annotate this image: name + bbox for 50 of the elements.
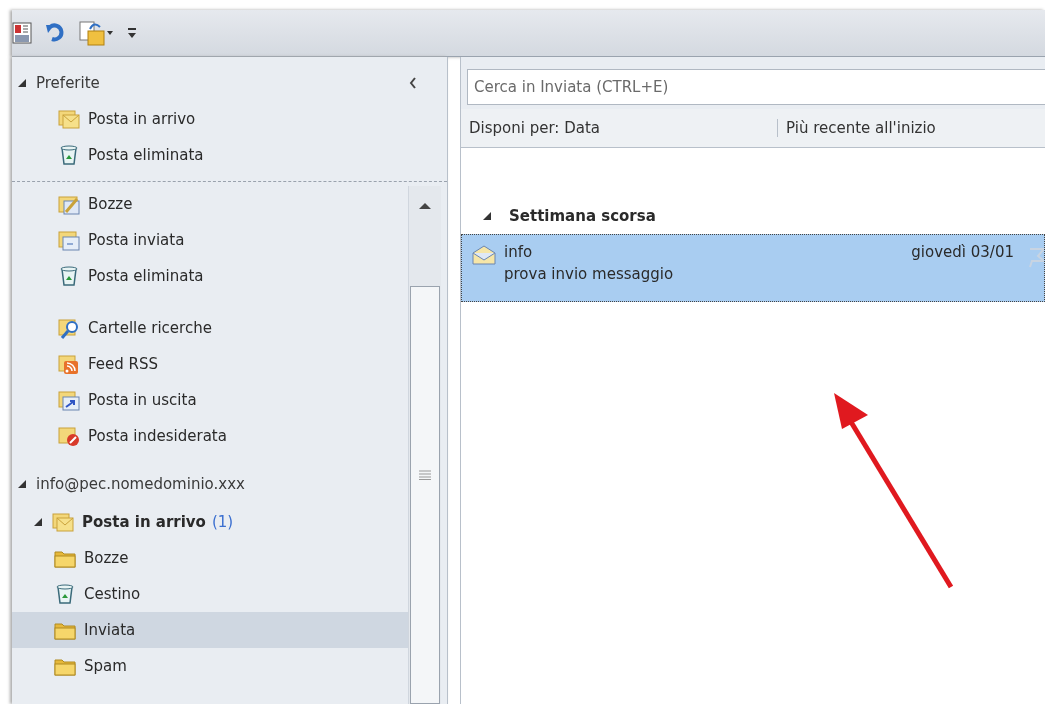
folder-item[interactable]: Posta in arrivo (1) [12, 504, 408, 540]
save-icon[interactable] [12, 22, 32, 44]
scrollbar[interactable] [408, 186, 441, 704]
collapse-pane-icon[interactable] [409, 77, 417, 89]
collapse-triangle-icon[interactable] [18, 480, 26, 488]
folder-item[interactable]: Bozze [12, 540, 408, 576]
arrange-by-label[interactable]: Disponi per: Data [461, 119, 777, 137]
sent-folder-icon [58, 229, 80, 251]
group-header[interactable]: Settimana scorsa [509, 207, 656, 225]
folder-item[interactable]: Posta in uscita [12, 382, 408, 418]
collapse-triangle-icon[interactable] [483, 212, 491, 220]
folder-item[interactable]: Posta in arrivo [12, 101, 447, 137]
customize-toolbar-icon[interactable] [126, 26, 138, 40]
section-header[interactable]: Preferite [36, 74, 100, 92]
message-date: giovedì 03/01 [911, 243, 1014, 261]
folder-item[interactable]: Posta eliminata [12, 258, 408, 294]
scrollbar-thumb[interactable] [410, 286, 440, 704]
junk-folder-icon [58, 425, 80, 447]
folder-item[interactable]: Posta indesiderata [12, 418, 408, 454]
search-folder-icon [58, 317, 80, 339]
message-sender: info [504, 243, 533, 261]
drafts-folder-icon [58, 193, 80, 215]
undo-icon[interactable] [44, 23, 66, 43]
sort-order-label[interactable]: Più recente all'inizio [777, 119, 936, 137]
folder-item[interactable]: Bozze [12, 186, 408, 222]
collapse-triangle-icon[interactable] [18, 79, 26, 87]
folder-item[interactable]: Cestino [12, 576, 408, 612]
folder-item[interactable]: Spam [12, 648, 408, 684]
open-envelope-icon [472, 245, 496, 265]
folder-item[interactable]: Posta eliminata [12, 137, 447, 173]
grip-icon [419, 470, 431, 480]
search-field[interactable]: Cerca in Inviata (CTRL+E) [467, 69, 1045, 105]
inbox-folder-icon [58, 108, 80, 130]
outbox-folder-icon [58, 389, 80, 411]
rss-folder-icon [58, 353, 80, 375]
folder-item[interactable]: Posta inviata [12, 222, 408, 258]
inbox-folder-icon [52, 511, 74, 533]
paste-dropdown-icon[interactable] [78, 19, 114, 47]
trash-bin-icon [58, 144, 80, 166]
unread-count: (1) [211, 513, 234, 531]
message-subject: prova invio messaggio [504, 265, 675, 283]
trash-bin-icon [54, 583, 76, 605]
trash-bin-icon [58, 265, 80, 287]
folder-item[interactable]: Cartelle ricerche [12, 310, 408, 346]
collapse-triangle-icon[interactable] [34, 518, 42, 526]
folder-item[interactable]: Feed RSS [12, 346, 408, 382]
account-header[interactable]: info@pec.nomedominio.xxx [36, 475, 245, 493]
folder-item[interactable]: Inviata [12, 612, 408, 648]
message-item[interactable]: info giovedì 03/01 prova invio messaggio [461, 234, 1045, 302]
scroll-up-arrow-icon[interactable] [418, 202, 432, 210]
